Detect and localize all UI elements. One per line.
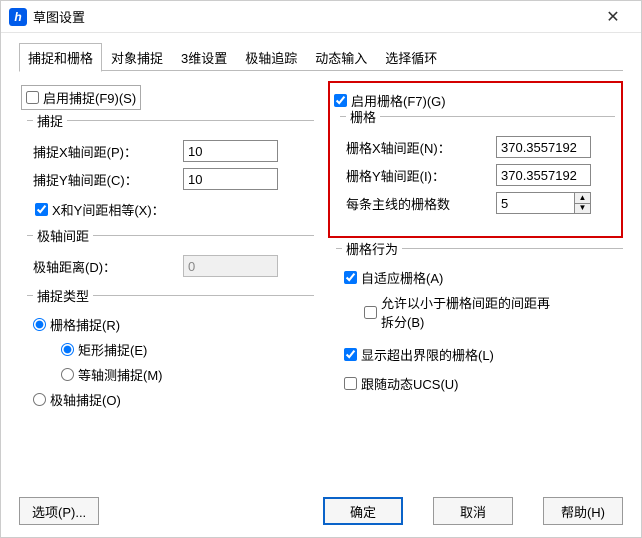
beyond-limits-label: 显示超出界限的栅格(L) — [361, 345, 494, 364]
iso-snap-label: 等轴测捕捉(M) — [78, 365, 163, 384]
snap-type-legend: 捕捉类型 — [33, 286, 93, 305]
grid-y-input[interactable] — [496, 164, 591, 186]
help-button[interactable]: 帮助(H) — [543, 497, 623, 525]
grid-x-label: 栅格X轴间距(N)： — [346, 138, 496, 157]
iso-snap-radio[interactable] — [61, 368, 74, 381]
grid-x-input[interactable] — [496, 136, 591, 158]
snap-x-input[interactable] — [183, 140, 278, 162]
polar-spacing-group: 极轴间距 极轴距离(D)： — [27, 235, 314, 289]
tab-snap-and-grid[interactable]: 捕捉和栅格 — [19, 43, 102, 72]
polar-distance-input — [183, 255, 278, 277]
tab-dynamic-input[interactable]: 动态输入 — [306, 43, 376, 71]
snap-group: 捕捉 捕捉X轴间距(P)： 捕捉Y轴间距(C)： X和Y间距相等(X)： — [27, 120, 314, 229]
subdivide-checkbox[interactable] — [364, 306, 377, 319]
major-lines-label: 每条主线的栅格数 — [346, 194, 496, 213]
equal-xy-label: X和Y间距相等(X)： — [52, 200, 165, 219]
tab-object-snap[interactable]: 对象捕捉 — [102, 43, 172, 71]
polar-distance-label: 极轴距离(D)： — [33, 257, 183, 276]
tab-3d-settings[interactable]: 3维设置 — [172, 43, 236, 71]
polar-spacing-legend: 极轴间距 — [33, 226, 93, 245]
snap-y-label: 捕捉Y轴间距(C)： — [33, 170, 183, 189]
follow-ucs-label: 跟随动态UCS(U) — [361, 374, 459, 393]
right-column: 启用栅格(F7)(G) 栅格 栅格X轴间距(N)： 栅格Y轴间距(I)： 每条主… — [324, 79, 623, 427]
highlight-box: 启用栅格(F7)(G) 栅格 栅格X轴间距(N)： 栅格Y轴间距(I)： 每条主… — [328, 81, 623, 238]
window-title: 草图设置 — [33, 7, 593, 26]
titlebar: h 草图设置 ✕ — [1, 1, 641, 33]
grid-snap-label: 栅格捕捉(R) — [50, 315, 120, 334]
enable-snap-toggle[interactable]: 启用捕捉(F9)(S) — [21, 85, 141, 110]
polar-snap-label: 极轴捕捉(O) — [50, 390, 121, 409]
grid-snap-radio[interactable] — [33, 318, 46, 331]
spin-down-icon[interactable]: ▼ — [575, 204, 590, 214]
options-button[interactable]: 选项(P)... — [19, 497, 99, 525]
enable-grid-checkbox[interactable] — [334, 94, 347, 107]
close-icon[interactable]: ✕ — [593, 1, 633, 33]
major-lines-input[interactable] — [497, 193, 574, 213]
follow-ucs-checkbox[interactable] — [344, 377, 357, 390]
equal-xy-checkbox[interactable] — [35, 203, 48, 216]
enable-snap-label: 启用捕捉(F9)(S) — [43, 88, 136, 107]
rect-snap-label: 矩形捕捉(E) — [78, 340, 147, 359]
dialog-button-bar: 选项(P)... 确定 取消 帮助(H) — [19, 497, 623, 525]
rect-snap-radio[interactable] — [61, 343, 74, 356]
tab-content: 启用捕捉(F9)(S) 捕捉 捕捉X轴间距(P)： 捕捉Y轴间距(C)： X和Y… — [1, 71, 641, 427]
snap-type-group: 捕捉类型 栅格捕捉(R) 矩形捕捉(E) 等轴测捕捉(M) 极轴捕捉(O) — [27, 295, 314, 421]
app-icon: h — [9, 8, 27, 26]
adaptive-grid-label: 自适应栅格(A) — [361, 268, 443, 287]
grid-y-label: 栅格Y轴间距(I)： — [346, 166, 496, 185]
subdivide-label: 允许以小于栅格间距的间距再拆分(B) — [381, 293, 561, 331]
snap-y-input[interactable] — [183, 168, 278, 190]
grid-group: 栅格 栅格X轴间距(N)： 栅格Y轴间距(I)： 每条主线的栅格数 — [340, 116, 615, 226]
ok-button[interactable]: 确定 — [323, 497, 403, 525]
enable-snap-checkbox[interactable] — [26, 91, 39, 104]
cancel-button[interactable]: 取消 — [433, 497, 513, 525]
left-column: 启用捕捉(F9)(S) 捕捉 捕捉X轴间距(P)： 捕捉Y轴间距(C)： X和Y… — [19, 79, 314, 427]
snap-group-legend: 捕捉 — [33, 111, 67, 130]
snap-x-label: 捕捉X轴间距(P)： — [33, 142, 183, 161]
major-lines-stepper[interactable]: ▲ ▼ — [496, 192, 591, 214]
grid-behavior-group: 栅格行为 自适应栅格(A) 允许以小于栅格间距的间距再拆分(B) 显示超出界限的… — [336, 248, 623, 403]
tab-selection-cycling[interactable]: 选择循环 — [376, 43, 446, 71]
beyond-limits-checkbox[interactable] — [344, 348, 357, 361]
grid-behavior-legend: 栅格行为 — [342, 239, 402, 258]
polar-snap-radio[interactable] — [33, 393, 46, 406]
adaptive-grid-checkbox[interactable] — [344, 271, 357, 284]
tab-polar-tracking[interactable]: 极轴追踪 — [236, 43, 306, 71]
grid-group-legend: 栅格 — [346, 107, 380, 126]
spin-up-icon[interactable]: ▲ — [575, 193, 590, 204]
tab-bar: 捕捉和栅格 对象捕捉 3维设置 极轴追踪 动态输入 选择循环 — [1, 33, 641, 71]
